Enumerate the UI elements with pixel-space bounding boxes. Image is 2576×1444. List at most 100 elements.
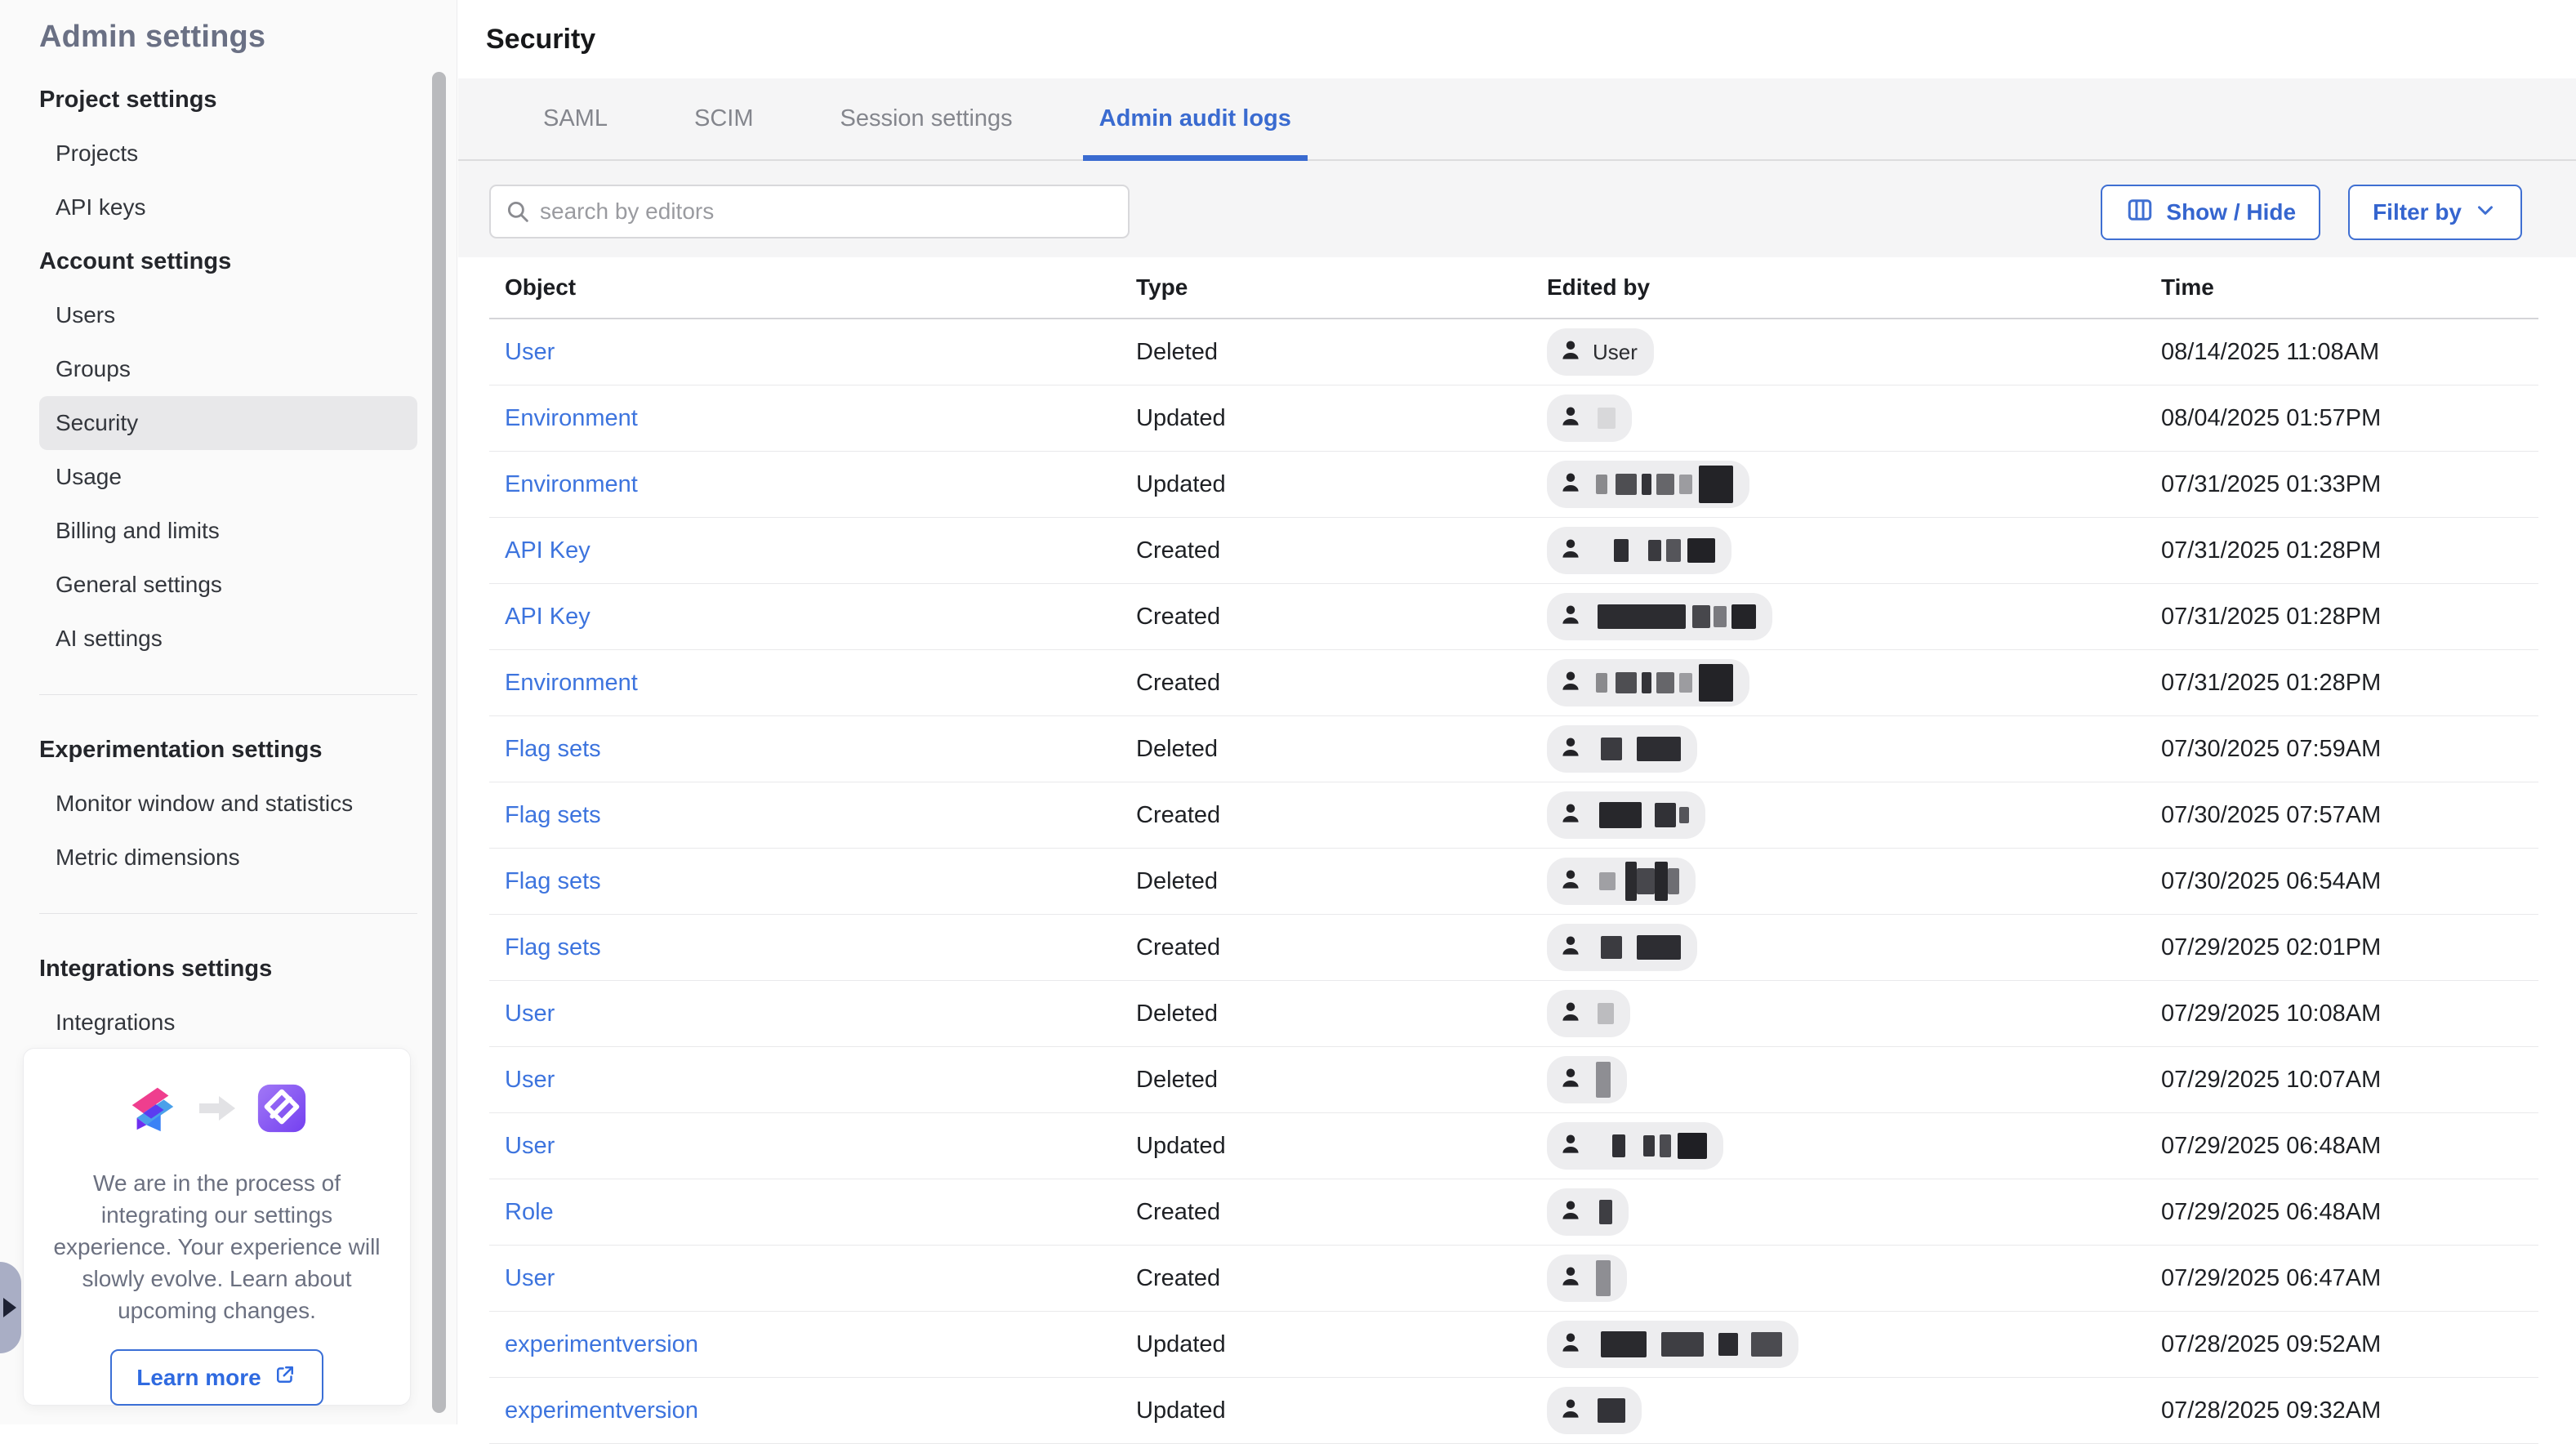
object-link[interactable]: Flag sets bbox=[505, 736, 601, 762]
person-icon bbox=[1557, 1197, 1584, 1228]
edited-by-chip bbox=[1547, 659, 1749, 706]
edited-by-chip bbox=[1547, 461, 1749, 508]
sidebar-item-usage[interactable]: Usage bbox=[39, 450, 417, 504]
sidebar-divider bbox=[39, 666, 417, 723]
tab-scim[interactable]: SCIM bbox=[681, 78, 767, 159]
main-header: Security bbox=[458, 0, 2576, 78]
sidebar-item-general-settings[interactable]: General settings bbox=[39, 558, 417, 612]
table-row: UserUpdated07/29/2025 06:48AM bbox=[489, 1113, 2538, 1179]
type-text: Deleted bbox=[1136, 1001, 1547, 1027]
person-icon bbox=[1557, 1329, 1584, 1361]
editor-name: User bbox=[1593, 340, 1638, 365]
sidebar-collapse-handle[interactable] bbox=[0, 1262, 21, 1353]
table-row: Flag setsDeleted07/30/2025 06:54AM bbox=[489, 849, 2538, 915]
object-link[interactable]: experimentversion bbox=[505, 1397, 698, 1424]
search-input[interactable] bbox=[489, 185, 1130, 238]
redacted-editor-name bbox=[1593, 664, 1733, 702]
promo-text: We are in the process of integrating our… bbox=[43, 1167, 390, 1326]
sidebar-item-api-keys[interactable]: API keys bbox=[39, 180, 417, 234]
type-text: Updated bbox=[1136, 405, 1547, 432]
object-link[interactable]: Flag sets bbox=[505, 802, 601, 828]
type-text: Created bbox=[1136, 537, 1547, 564]
table-row: API Key Created 07/31/2025 01:28PM bbox=[489, 518, 2538, 584]
learn-more-button[interactable]: Learn more bbox=[110, 1349, 323, 1406]
table-row: experimentversionUpdated07/28/2025 09:32… bbox=[489, 1378, 2538, 1444]
type-text: Created bbox=[1136, 802, 1547, 829]
edited-by-chip bbox=[1547, 725, 1697, 773]
edited-by-chip bbox=[1547, 1122, 1723, 1170]
object-link[interactable]: User bbox=[505, 1265, 555, 1291]
object-link[interactable]: Environment bbox=[505, 405, 638, 431]
person-icon bbox=[1557, 1395, 1584, 1427]
type-text: Created bbox=[1136, 934, 1547, 961]
person-icon bbox=[1557, 800, 1584, 831]
object-link[interactable]: API Key bbox=[505, 604, 591, 630]
expand-arrow-icon bbox=[3, 1298, 16, 1317]
transition-arrow-icon bbox=[198, 1092, 237, 1129]
time-text: 07/31/2025 01:28PM bbox=[2161, 604, 2538, 631]
edited-by-chip: User bbox=[1547, 328, 1654, 376]
object-link[interactable]: Environment bbox=[505, 471, 638, 497]
person-icon bbox=[1557, 535, 1584, 567]
type-text: Updated bbox=[1136, 471, 1547, 498]
edited-by-chip bbox=[1547, 394, 1632, 442]
page-title: Security bbox=[486, 24, 595, 56]
time-text: 07/31/2025 01:28PM bbox=[2161, 537, 2538, 564]
sidebar-section-account-settings: Account settings bbox=[39, 234, 417, 288]
sidebar-item-metric-dimensions[interactable]: Metric dimensions bbox=[39, 831, 417, 885]
sidebar-item-ai-settings[interactable]: AI settings bbox=[39, 612, 417, 666]
person-icon bbox=[1557, 336, 1584, 368]
object-link[interactable]: User bbox=[505, 1001, 555, 1027]
sidebar-section-experimentation-settings: Experimentation settings bbox=[39, 723, 417, 777]
sidebar-item-security[interactable]: Security bbox=[39, 396, 417, 450]
table-header-row: Object Type Edited by Time bbox=[489, 257, 2538, 319]
tab-admin-audit-logs[interactable]: Admin audit logs bbox=[1086, 78, 1304, 159]
settings-migration-card: We are in the process of integrating our… bbox=[23, 1048, 411, 1406]
audit-log-table: Object Type Edited by Time User Deleted Us… bbox=[489, 257, 2538, 1444]
split-legacy-logo-icon bbox=[126, 1081, 180, 1139]
table-row: RoleCreated07/29/2025 06:48AM bbox=[489, 1179, 2538, 1246]
object-link[interactable]: Flag sets bbox=[505, 868, 601, 894]
person-icon bbox=[1557, 667, 1584, 699]
object-link[interactable]: Role bbox=[505, 1199, 554, 1225]
object-link[interactable]: Flag sets bbox=[505, 934, 601, 960]
redacted-editor-name bbox=[1593, 862, 1679, 901]
edited-by-chip bbox=[1547, 1321, 1798, 1368]
person-icon bbox=[1557, 469, 1584, 501]
object-link[interactable]: User bbox=[505, 1133, 555, 1159]
type-text: Updated bbox=[1136, 1133, 1547, 1160]
object-link[interactable]: Environment bbox=[505, 670, 638, 696]
show-hide-columns-button[interactable]: Show / Hide bbox=[2101, 185, 2320, 240]
sidebar-scrollbar-thumb[interactable] bbox=[432, 72, 446, 1413]
time-text: 07/29/2025 02:01PM bbox=[2161, 934, 2538, 961]
object-link[interactable]: User bbox=[505, 1067, 555, 1093]
object-link[interactable]: User bbox=[505, 339, 555, 365]
split-new-logo-icon bbox=[255, 1081, 309, 1139]
redacted-editor-name bbox=[1593, 1133, 1707, 1159]
edited-by-chip bbox=[1547, 1188, 1629, 1236]
sidebar-item-groups[interactable]: Groups bbox=[39, 342, 417, 396]
sidebar-item-billing-and-limits[interactable]: Billing and limits bbox=[39, 504, 417, 558]
tab-saml[interactable]: SAML bbox=[530, 78, 621, 159]
person-icon bbox=[1557, 1064, 1584, 1096]
edited-by-chip bbox=[1547, 527, 1731, 574]
type-text: Deleted bbox=[1136, 1067, 1547, 1094]
edited-by-chip bbox=[1547, 1387, 1642, 1434]
sidebar-item-integrations[interactable]: Integrations bbox=[39, 996, 417, 1050]
audit-table-body: UserDeletedUser08/14/2025 11:08AMEnviron… bbox=[489, 319, 2538, 1444]
sidebar-item-projects[interactable]: Projects bbox=[39, 127, 417, 180]
redacted-editor-name bbox=[1593, 538, 1715, 563]
object-link[interactable]: experimentversion bbox=[505, 1331, 698, 1357]
sidebar-divider bbox=[39, 885, 417, 942]
object-link[interactable]: API Key bbox=[505, 537, 591, 564]
external-link-icon bbox=[273, 1362, 297, 1393]
tab-session-settings[interactable]: Session settings bbox=[827, 78, 1025, 159]
sidebar-item-monitor-window-and-statistics[interactable]: Monitor window and statistics bbox=[39, 777, 417, 831]
person-icon bbox=[1557, 998, 1584, 1030]
time-text: 07/30/2025 07:57AM bbox=[2161, 802, 2538, 829]
person-icon bbox=[1557, 403, 1584, 435]
sidebar-item-users[interactable]: Users bbox=[39, 288, 417, 342]
filter-by-button[interactable]: Filter by bbox=[2348, 185, 2522, 240]
column-header-object: Object bbox=[505, 274, 1136, 301]
time-text: 07/29/2025 10:07AM bbox=[2161, 1067, 2538, 1094]
